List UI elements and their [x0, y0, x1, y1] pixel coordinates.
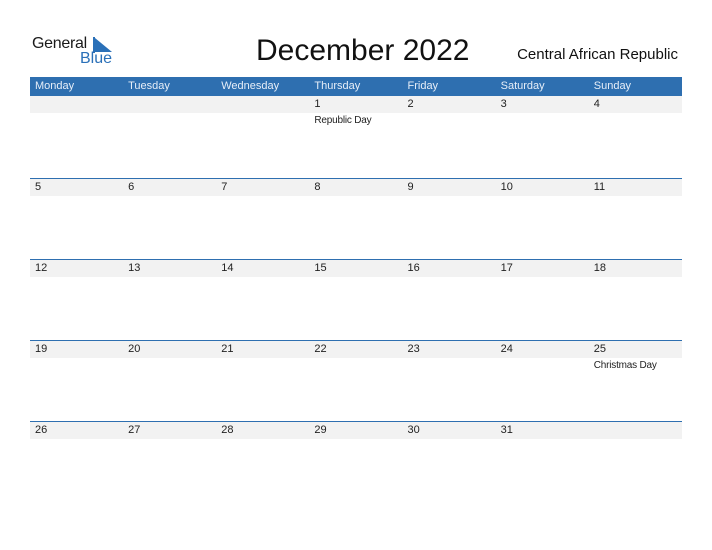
weekday-sunday: Sunday: [593, 80, 632, 92]
day-number: 26: [30, 422, 124, 439]
day-cell: 5: [30, 179, 124, 259]
day-number: 28: [216, 422, 310, 439]
day-cell: 28: [216, 422, 310, 502]
day-number: 25: [588, 341, 682, 358]
day-number: 14: [216, 260, 310, 277]
day-number: 9: [402, 179, 496, 196]
day-number: 29: [309, 422, 403, 439]
day-cell: [123, 96, 217, 178]
day-number: 19: [30, 341, 124, 358]
weeks-container: 1 Republic Day 2 3 4 5 6 7 8 9 10 11 12 13 14 15 16 17 18 1…: [30, 96, 682, 502]
day-cell: 30: [402, 422, 496, 502]
holiday-label: Republic Day: [314, 115, 372, 126]
page-title: December 2022: [256, 34, 470, 67]
weekday-tuesday: Tuesday: [128, 80, 170, 92]
day-cell: 16: [402, 260, 496, 340]
day-number: 11: [588, 179, 682, 196]
day-cell: 8: [309, 179, 403, 259]
day-cell: 19: [30, 341, 124, 421]
day-cell: 25 Christmas Day: [588, 341, 682, 421]
day-cell: [30, 96, 124, 178]
day-number: [123, 96, 217, 113]
day-cell: 2: [402, 96, 496, 178]
logo-text-general: General: [32, 35, 87, 52]
week-row: 1 Republic Day 2 3 4: [30, 96, 682, 178]
day-number: 22: [309, 341, 403, 358]
day-number: 18: [588, 260, 682, 277]
day-cell: 18: [588, 260, 682, 340]
day-number: 31: [495, 422, 589, 439]
day-cell: 10: [495, 179, 589, 259]
weekday-wednesday: Wednesday: [221, 80, 280, 92]
day-cell: 22: [309, 341, 403, 421]
day-number: 24: [495, 341, 589, 358]
weekday-friday: Friday: [407, 80, 439, 92]
holiday-label: Christmas Day: [593, 360, 657, 371]
day-number: 10: [495, 179, 589, 196]
day-cell: 12: [30, 260, 124, 340]
logo-text-blue: Blue: [80, 50, 113, 67]
generalblue-logo: General Blue: [32, 35, 122, 71]
day-cell: 4: [588, 96, 682, 178]
day-cell: 1 Republic Day: [309, 96, 403, 178]
day-cell: 15: [309, 260, 403, 340]
day-number: [30, 96, 124, 113]
day-cell: 14: [216, 260, 310, 340]
day-number: 21: [216, 341, 310, 358]
day-cell: 6: [123, 179, 217, 259]
day-number: 20: [123, 341, 217, 358]
day-number: 17: [495, 260, 589, 277]
day-number: 13: [123, 260, 217, 277]
week-row: 12 13 14 15 16 17 18: [30, 259, 682, 340]
day-cell: 11: [588, 179, 682, 259]
day-number: 16: [402, 260, 496, 277]
day-number: 27: [123, 422, 217, 439]
day-cell: 3: [495, 96, 589, 178]
day-number: 5: [30, 179, 124, 196]
day-number: 2: [402, 96, 496, 113]
day-cell: 23: [402, 341, 496, 421]
day-cell: 27: [123, 422, 217, 502]
day-cell: 24: [495, 341, 589, 421]
day-number: 23: [402, 341, 496, 358]
country-name: Central African Republic: [517, 46, 678, 63]
day-number: [588, 422, 682, 439]
weekday-header: Monday Tuesday Wednesday Thursday Friday…: [30, 77, 682, 96]
day-cell: [216, 96, 310, 178]
day-cell: 17: [495, 260, 589, 340]
day-number: 4: [588, 96, 682, 113]
week-row: 5 6 7 8 9 10 11: [30, 178, 682, 259]
day-number: 1: [309, 96, 403, 113]
day-number: [216, 96, 310, 113]
day-number: 6: [123, 179, 217, 196]
day-cell: 20: [123, 341, 217, 421]
day-cell: 9: [402, 179, 496, 259]
weekday-monday: Monday: [35, 80, 75, 92]
day-number: 15: [309, 260, 403, 277]
week-row: 19 20 21 22 23 24 25 Christmas Day: [30, 340, 682, 421]
weekday-saturday: Saturday: [500, 80, 545, 92]
day-cell: [588, 422, 682, 502]
day-cell: 31: [495, 422, 589, 502]
day-number: 12: [30, 260, 124, 277]
day-number: 30: [402, 422, 496, 439]
week-row: 26 27 28 29 30 31: [30, 421, 682, 502]
weekday-thursday: Thursday: [314, 80, 361, 92]
day-number: 7: [216, 179, 310, 196]
day-cell: 29: [309, 422, 403, 502]
day-number: 8: [309, 179, 403, 196]
calendar-grid: Monday Tuesday Wednesday Thursday Friday…: [30, 77, 682, 502]
day-cell: 13: [123, 260, 217, 340]
day-cell: 7: [216, 179, 310, 259]
day-number: 3: [495, 96, 589, 113]
day-cell: 21: [216, 341, 310, 421]
day-cell: 26: [30, 422, 124, 502]
